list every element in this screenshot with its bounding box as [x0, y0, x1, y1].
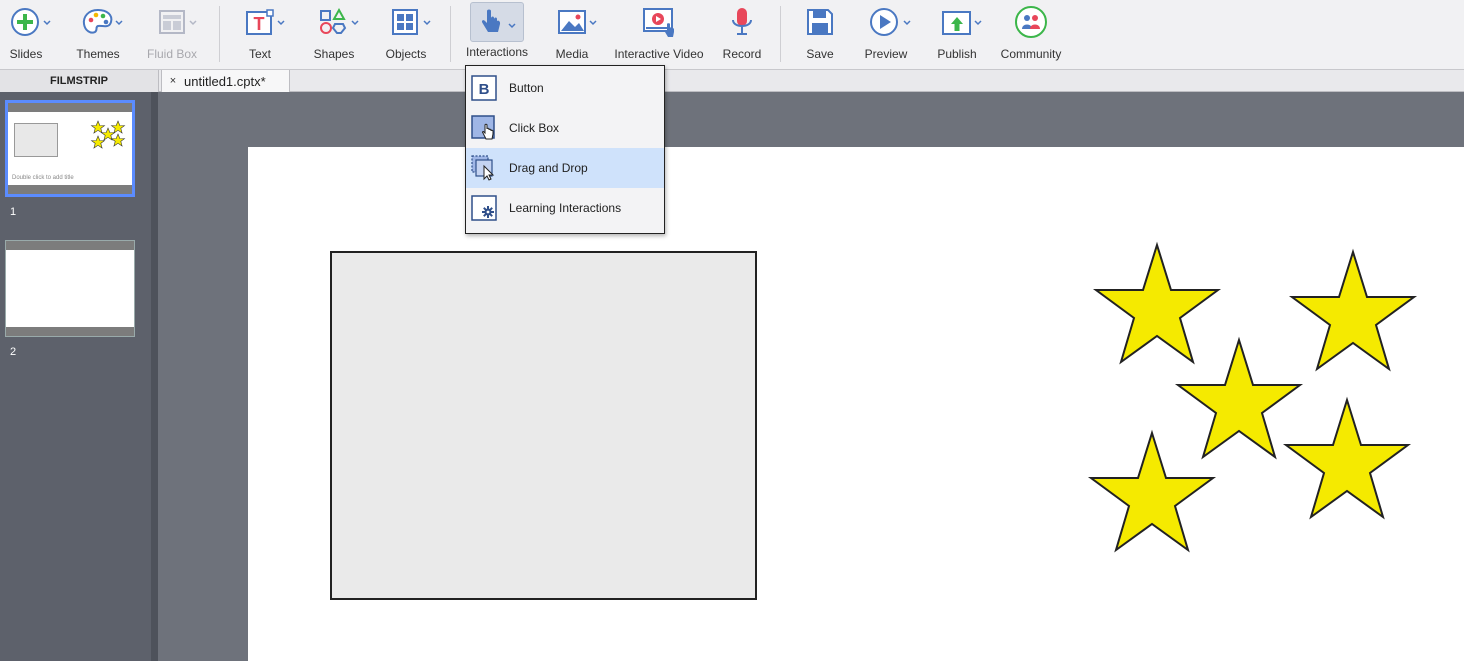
- microphone-icon: [712, 0, 772, 44]
- svg-text:B: B: [479, 81, 490, 98]
- shapes-icon: [304, 0, 364, 44]
- toolbar-separator: [780, 6, 781, 62]
- objects-button[interactable]: Objects: [376, 0, 436, 68]
- menu-item-drag-and-drop[interactable]: Drag and Drop: [466, 148, 664, 188]
- publish-button[interactable]: Publish: [927, 0, 987, 68]
- filmstrip-panel: Double click to add title 1 2: [0, 92, 158, 661]
- media-button[interactable]: Media: [542, 0, 602, 68]
- thumbnail-stars: [90, 120, 126, 149]
- chevron-down-icon: [508, 23, 516, 29]
- play-icon: [856, 0, 916, 44]
- text-button[interactable]: T Text: [230, 0, 290, 68]
- main-toolbar: Slides Themes Fluid Box T Text Shapes Ob…: [0, 0, 1464, 70]
- chevron-down-icon: [277, 20, 285, 26]
- save-button[interactable]: Save: [790, 0, 850, 68]
- record-button[interactable]: Record: [712, 0, 772, 68]
- community-button[interactable]: Community: [995, 0, 1067, 68]
- hand-pointer-icon: [470, 2, 524, 42]
- thumbnail-title-placeholder: Double click to add title: [12, 175, 74, 181]
- document-tab-title: untitled1.cptx*: [184, 73, 266, 89]
- interactions-button[interactable]: Interactions: [466, 0, 528, 68]
- slide-number-1: 1: [10, 206, 17, 218]
- star-shape-4[interactable]: [1282, 396, 1412, 520]
- fluid-box-icon: [142, 0, 202, 44]
- chevron-down-icon: [351, 20, 359, 26]
- star-shape-2[interactable]: [1288, 248, 1418, 372]
- publish-icon: [927, 0, 987, 44]
- shapes-button[interactable]: Shapes: [304, 0, 364, 68]
- image-icon: [542, 0, 602, 44]
- add-slide-icon: [0, 0, 56, 44]
- floppy-disk-icon: [790, 0, 850, 44]
- click-box-icon: [471, 115, 497, 141]
- chevron-down-icon: [974, 20, 982, 26]
- toolbar-separator: [450, 6, 451, 62]
- menu-item-learning-interactions[interactable]: Learning Interactions: [466, 188, 664, 228]
- themes-button[interactable]: Themes: [68, 0, 128, 68]
- panel-header-bar: FILMSTRIP × untitled1.cptx*: [0, 70, 1464, 92]
- filmstrip-label: FILMSTRIP: [0, 70, 159, 92]
- objects-icon: [376, 0, 436, 44]
- slide-thumbnail-1[interactable]: Double click to add title: [5, 100, 135, 197]
- close-tab-icon[interactable]: ×: [162, 75, 184, 87]
- fluid-box-button[interactable]: Fluid Box: [142, 0, 202, 68]
- menu-item-click-box[interactable]: Click Box: [466, 108, 664, 148]
- star-shape-3[interactable]: [1174, 336, 1304, 460]
- star-shape-1[interactable]: [1092, 241, 1222, 365]
- interactive-video-button[interactable]: Interactive Video: [612, 0, 706, 68]
- rectangle-shape[interactable]: [330, 251, 757, 600]
- chevron-down-icon: [589, 20, 597, 26]
- svg-text:T: T: [254, 14, 265, 34]
- learning-interactions-icon: [471, 195, 497, 221]
- palette-icon: [68, 0, 128, 44]
- chevron-down-icon: [189, 20, 197, 26]
- button-icon: B: [471, 75, 497, 101]
- preview-button[interactable]: Preview: [856, 0, 916, 68]
- filmstrip-scrollbar[interactable]: [151, 92, 158, 661]
- chevron-down-icon: [115, 20, 123, 26]
- slides-button[interactable]: Slides: [0, 0, 52, 68]
- slide-number-2: 2: [10, 346, 17, 358]
- chevron-down-icon: [43, 20, 51, 26]
- slide-thumbnail-2[interactable]: [5, 240, 135, 337]
- text-icon: T: [230, 0, 290, 44]
- interactive-video-icon: [629, 0, 689, 44]
- menu-item-button[interactable]: B Button: [466, 68, 664, 108]
- star-shapes-group: [1087, 241, 1418, 553]
- chevron-down-icon: [903, 20, 911, 26]
- chevron-down-icon: [423, 20, 431, 26]
- toolbar-separator: [219, 6, 220, 62]
- community-icon: [1001, 0, 1061, 44]
- thumbnail-rectangle: [14, 123, 58, 157]
- drag-and-drop-icon: [471, 155, 497, 181]
- interactions-dropdown-menu: B Button Click Box Drag and Drop Learnin…: [465, 65, 665, 234]
- star-shape-5[interactable]: [1087, 429, 1217, 553]
- document-tab[interactable]: × untitled1.cptx*: [161, 70, 290, 92]
